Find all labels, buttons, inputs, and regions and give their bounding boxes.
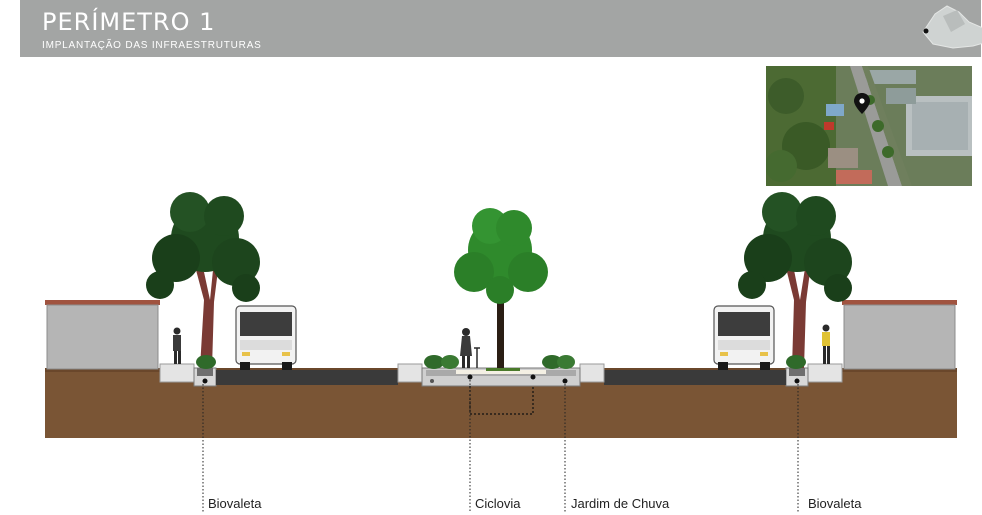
right-sidewalk	[807, 363, 843, 383]
label-biovaleta-left: Biovaleta	[208, 496, 262, 511]
label-jardim-de-chuva: Jardim de Chuva	[571, 496, 670, 511]
right-wall	[842, 300, 957, 370]
central-median	[421, 367, 581, 387]
label-ciclovia: Ciclovia	[475, 496, 521, 511]
left-bus	[235, 305, 297, 370]
street-section-diagram	[45, 192, 957, 512]
right-road	[604, 370, 786, 385]
cyclist	[460, 328, 480, 368]
right-biovaleta	[785, 367, 809, 387]
label-biovaleta-right: Biovaleta	[808, 496, 862, 511]
left-sidewalk	[159, 363, 195, 383]
pedestrian-left	[173, 327, 181, 364]
pedestrian-right	[822, 324, 830, 364]
left-road	[216, 370, 398, 385]
left-wall	[45, 300, 160, 370]
right-bus	[713, 305, 775, 370]
left-biovaleta	[193, 367, 217, 387]
